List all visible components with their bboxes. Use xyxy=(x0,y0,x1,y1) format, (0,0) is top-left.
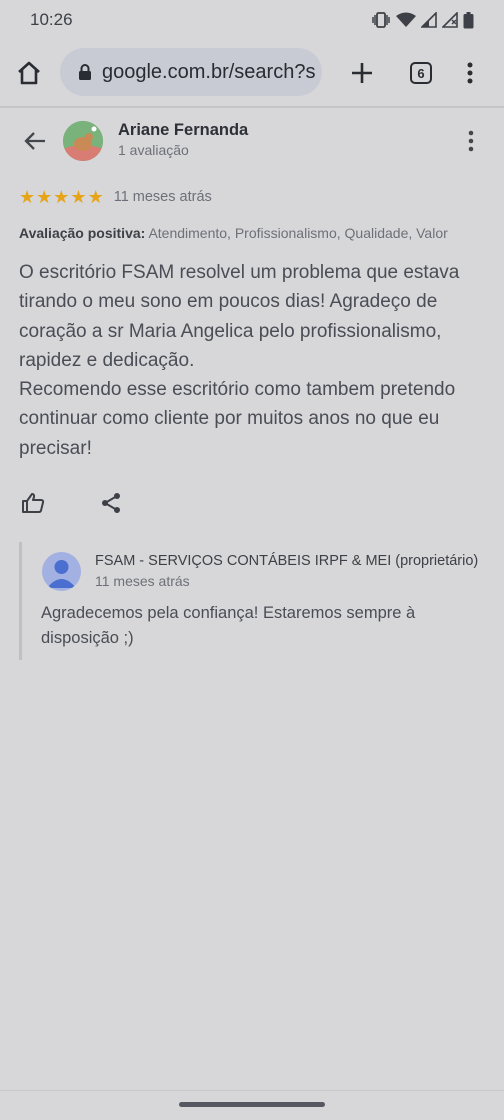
tabs-icon: 6 xyxy=(410,62,432,84)
new-tab-button[interactable] xyxy=(342,53,382,93)
person-icon xyxy=(47,560,76,588)
status-icons xyxy=(371,11,474,29)
rating-row: ★ ★ ★ ★ ★ 11 meses atrás xyxy=(19,187,212,207)
share-button[interactable] xyxy=(96,488,126,518)
browser-toolbar: google.com.br/search?s 6 xyxy=(0,40,504,106)
signal-empty-icon xyxy=(442,12,458,28)
positive-items: Atendimento, Profissionalismo, Qualidade… xyxy=(148,225,448,241)
star-icon: ★ xyxy=(19,187,36,207)
nav-divider xyxy=(0,1090,504,1091)
battery-icon xyxy=(463,11,474,28)
more-vert-icon xyxy=(468,130,474,152)
review-text: O escritório FSAM resolvel um problema q… xyxy=(19,258,484,463)
arrow-back-icon xyxy=(24,132,45,150)
browser-menu-button[interactable] xyxy=(452,53,488,93)
reviewer-avatar[interactable] xyxy=(63,121,103,161)
star-icon: ★ xyxy=(36,187,53,207)
reply-indent-bar xyxy=(19,542,22,660)
status-bar: 10:26 xyxy=(0,0,504,40)
owner-avatar xyxy=(42,552,81,591)
back-button[interactable] xyxy=(18,124,52,158)
plus-icon xyxy=(352,63,372,83)
signal-icon xyxy=(421,12,437,28)
url-text: google.com.br/search?s xyxy=(102,60,316,83)
more-vert-icon xyxy=(467,62,473,84)
vibrate-icon xyxy=(372,12,390,28)
wifi-icon xyxy=(396,12,416,27)
share-icon xyxy=(102,493,120,513)
home-icon xyxy=(18,61,40,85)
reply-date: 11 meses atrás xyxy=(95,573,190,589)
reviewer-review-count: 1 avaliação xyxy=(118,142,189,158)
reviewer-name[interactable]: Ariane Fernanda xyxy=(118,121,248,140)
page: 10:26 google.com.br/search?s 6 Ariane Fe… xyxy=(0,0,504,1120)
thumb-up-icon xyxy=(22,493,45,513)
review-more-button[interactable] xyxy=(458,124,484,158)
star-icon: ★ xyxy=(53,187,70,207)
gesture-nav-handle[interactable] xyxy=(179,1102,325,1107)
url-bar[interactable]: google.com.br/search?s xyxy=(60,48,322,96)
positive-label: Avaliação positiva: xyxy=(19,225,146,241)
positive-aspects: Avaliação positiva: Atendimento, Profiss… xyxy=(19,225,448,241)
tab-switcher-button[interactable]: 6 xyxy=(402,53,440,93)
toolbar-divider xyxy=(0,106,504,108)
lock-icon xyxy=(79,64,91,80)
review-paragraph: O escritório FSAM resolvel um problema q… xyxy=(19,262,460,371)
review-paragraph: Recomendo esse escritório como tambem pr… xyxy=(19,379,456,459)
owner-name: FSAM - SERVIÇOS CONTÁBEIS IRPF & MEI (pr… xyxy=(95,553,479,569)
home-button[interactable] xyxy=(10,54,48,92)
star-rating: ★ ★ ★ ★ ★ xyxy=(19,187,104,207)
like-button[interactable] xyxy=(18,488,48,518)
review-date: 11 meses atrás xyxy=(113,189,212,205)
star-icon: ★ xyxy=(87,187,104,207)
status-time: 10:26 xyxy=(30,10,73,29)
reply-text: Agradecemos pela confiança! Estaremos se… xyxy=(41,604,416,647)
reviewer-photo-icon xyxy=(63,121,103,161)
star-icon: ★ xyxy=(70,187,87,207)
